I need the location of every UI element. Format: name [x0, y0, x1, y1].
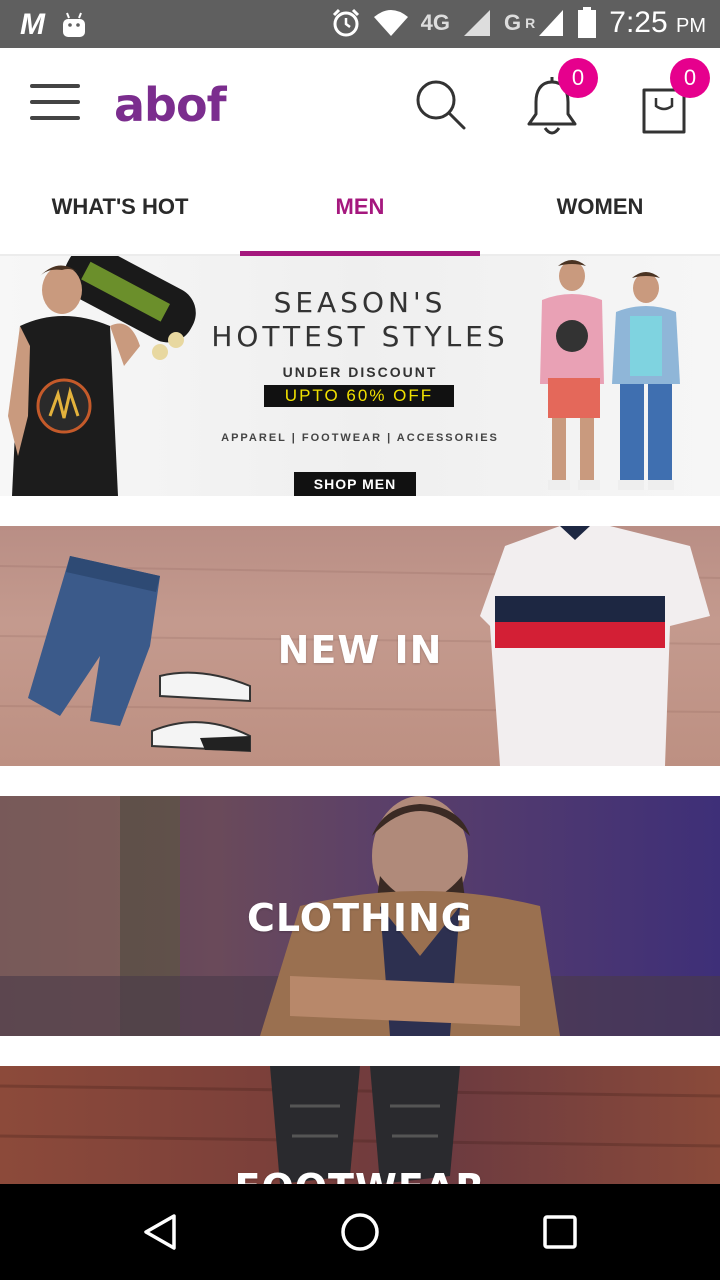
new-in-label: NEW IN	[277, 628, 443, 672]
clothing-banner[interactable]: CLOTHING	[0, 796, 720, 1036]
main-feed[interactable]: SEASON'S HOTTEST STYLES UNDER DISCOUNT U…	[0, 256, 720, 1184]
hero-title-line2: HOTTEST STYLES	[211, 320, 509, 353]
system-navigation-bar	[0, 1184, 720, 1280]
cart-button[interactable]: 0	[638, 58, 714, 140]
carrier-logo-icon: M	[20, 8, 45, 41]
menu-line-icon	[30, 100, 80, 104]
roaming-label: R	[525, 15, 536, 31]
signal-g-icon	[539, 10, 564, 36]
home-circle-icon	[341, 1213, 379, 1251]
notifications-button[interactable]: 0	[524, 58, 604, 140]
recents-square-icon	[543, 1215, 577, 1249]
model-skateboard-image	[8, 256, 196, 496]
hero-title-line1: SEASON'S	[273, 286, 447, 319]
discount-tag: UPTO 60% OFF	[264, 385, 454, 407]
alarm-icon	[332, 8, 359, 37]
shop-men-button[interactable]: SHOP MEN	[294, 472, 416, 496]
tab-men[interactable]: MEN	[240, 158, 480, 256]
category-tabs: WHAT'S HOT MEN WOMEN	[0, 158, 720, 256]
battery-icon	[578, 7, 597, 38]
network-4g-label: 4G	[420, 10, 451, 35]
menu-line-icon	[30, 84, 80, 88]
menu-button[interactable]	[30, 84, 80, 124]
back-triangle-icon	[144, 1214, 176, 1250]
android-icon	[63, 12, 85, 37]
home-button[interactable]	[340, 1212, 380, 1257]
footwear-banner[interactable]: FOOTWEAR	[0, 1066, 720, 1184]
back-button[interactable]	[140, 1212, 180, 1257]
signal-4g-icon	[464, 10, 491, 36]
notifications-badge: 0	[558, 58, 598, 98]
new-in-banner[interactable]: NEW IN	[0, 526, 720, 766]
hero-banner[interactable]: SEASON'S HOTTEST STYLES UNDER DISCOUNT U…	[0, 256, 720, 496]
clothing-label: CLOTHING	[247, 896, 473, 940]
app-bar: abof 0 0	[0, 48, 720, 158]
hero-categories: APPAREL | FOOTWEAR | ACCESSORIES	[221, 432, 499, 444]
hero-subtitle: UNDER DISCOUNT	[282, 364, 438, 380]
menu-line-icon	[30, 116, 80, 120]
status-bar: M 4G G R 7:25 PM	[0, 0, 720, 48]
wifi-icon	[373, 10, 408, 36]
tab-whats-hot[interactable]: WHAT'S HOT	[0, 158, 240, 254]
network-g-label: G	[504, 10, 522, 35]
clock: 7:25 PM	[609, 6, 706, 39]
cart-badge: 0	[670, 58, 710, 98]
two-models-image	[540, 260, 680, 490]
app-logo[interactable]: abof	[114, 78, 227, 132]
tab-women[interactable]: WOMEN	[480, 158, 720, 254]
footwear-label: FOOTWEAR	[0, 1166, 720, 1184]
search-icon	[416, 80, 466, 130]
recents-button[interactable]	[542, 1212, 578, 1257]
search-button[interactable]	[412, 76, 468, 137]
